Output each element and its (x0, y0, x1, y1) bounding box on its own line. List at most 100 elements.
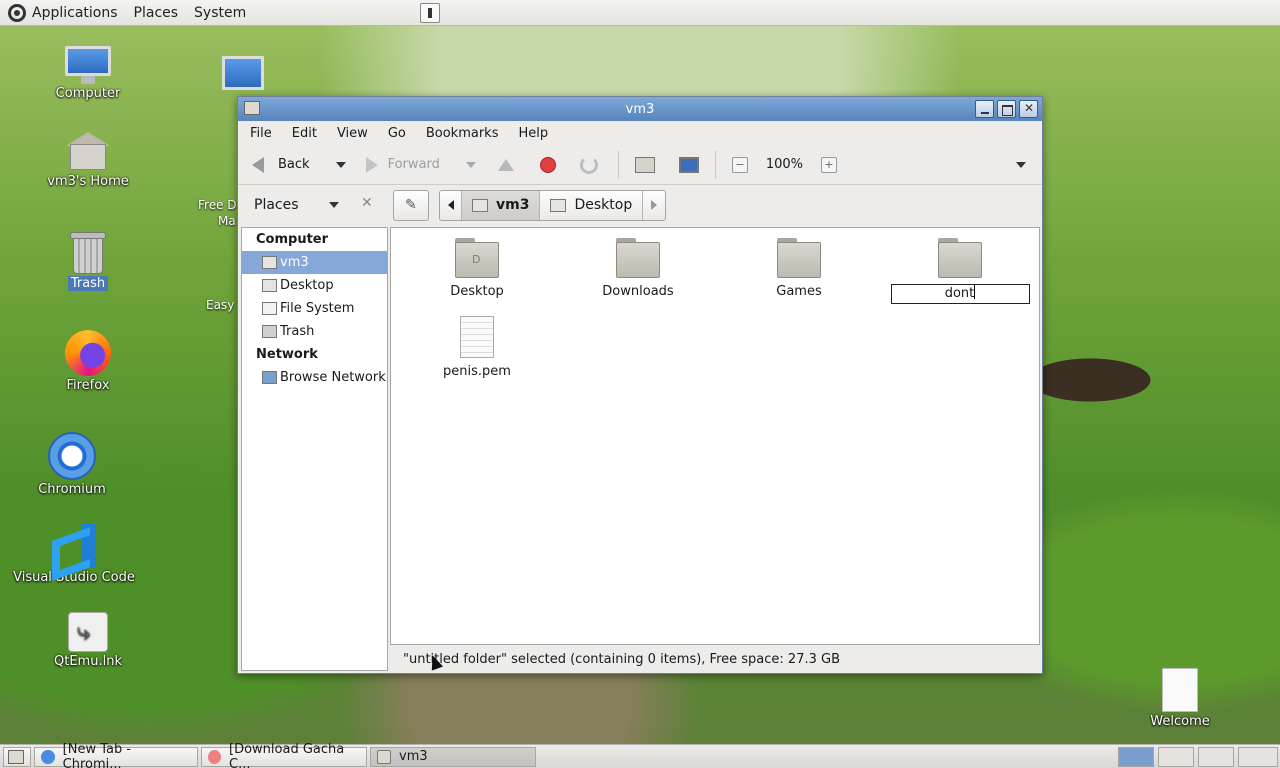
desktop-icon-home[interactable]: vm3's Home (38, 132, 138, 189)
folder-icon (938, 238, 982, 278)
back-arrow-icon (252, 156, 264, 173)
show-desktop-button[interactable] (3, 746, 31, 767)
back-button[interactable]: Back (238, 148, 346, 182)
qtemu-icon (68, 612, 108, 652)
file-item-penis-pem[interactable]: penis.pem (407, 316, 547, 379)
rename-input[interactable]: dont (890, 284, 1030, 304)
forward-history-dropdown-icon[interactable] (465, 161, 476, 168)
desktop-emblem-icon: D (472, 253, 481, 266)
drive-icon (262, 302, 277, 315)
sidebar-item-vm3[interactable]: vm3 (242, 251, 387, 274)
file-item-label: Desktop (450, 284, 504, 299)
menu-edit[interactable]: Edit (282, 126, 327, 141)
computer-icon (678, 156, 699, 173)
desktop-icon-label: Computer (55, 86, 121, 101)
system-menu[interactable]: System (186, 0, 254, 26)
minimize-button[interactable] (975, 100, 994, 118)
text-file-icon (460, 316, 494, 358)
sidebar-mode-dropdown-icon[interactable] (329, 202, 339, 208)
statusbar: "untitled folder" selected (containing 0… (393, 647, 840, 671)
close-sidebar-icon[interactable]: ✕ (361, 195, 373, 211)
toolbar-separator (714, 150, 716, 179)
panel-applet-icon[interactable] (420, 3, 440, 23)
zoom-out-button[interactable]: − (731, 148, 748, 182)
sidebar: Computer vm3 Desktop File System Trash N… (241, 227, 388, 671)
sidebar-item-trash[interactable]: Trash (242, 320, 387, 343)
desktop-icon-qtemu[interactable]: QtEmu.lnk (38, 612, 138, 669)
home-button[interactable] (634, 148, 655, 182)
up-button[interactable] (497, 148, 514, 182)
menu-help[interactable]: Help (508, 126, 558, 141)
file-item-downloads[interactable]: Downloads (568, 238, 708, 299)
workspace-2[interactable] (1158, 747, 1194, 767)
sidebar-item-label: Desktop (280, 278, 334, 293)
sidebar-item-browse-network[interactable]: Browse Network (242, 366, 387, 389)
file-item-desktop[interactable]: D Desktop (407, 238, 547, 299)
computer-button[interactable] (678, 148, 699, 182)
sidebar-item-label: vm3 (280, 255, 309, 270)
taskbar-item-chromium[interactable]: [New Tab - Chromi... (34, 742, 198, 768)
crumb-desktop[interactable]: Desktop (540, 190, 644, 220)
desktop-icon-trash[interactable]: Trash (38, 232, 138, 291)
desktop-folder-icon (262, 279, 277, 292)
desktop-icon-vscode[interactable]: Visual Studio Code (4, 524, 144, 585)
workspace-3[interactable] (1198, 747, 1234, 767)
zoom-in-icon: + (821, 156, 838, 173)
desktop-icon-chromium[interactable]: Chromium (22, 432, 122, 497)
forward-label: Forward (387, 157, 440, 172)
network-icon (262, 371, 277, 384)
workspace-4[interactable] (1238, 747, 1278, 767)
sidebar-item-label: Browse Network (280, 370, 386, 385)
sidebar-item-filesystem[interactable]: File System (242, 297, 387, 320)
taskbar-item-firefox[interactable]: [Download Gacha C... (201, 742, 367, 768)
file-item-label: penis.pem (443, 364, 511, 379)
path-scroll-left-button[interactable] (440, 190, 462, 220)
sidebar-header-title[interactable]: Places (254, 197, 299, 213)
partial-label: Easy (206, 298, 235, 312)
menu-file[interactable]: File (240, 126, 282, 141)
desktop-icon-computer[interactable]: Computer (38, 46, 138, 101)
taskbar-item-label: vm3 (399, 749, 428, 764)
window-titlebar[interactable]: vm3 (238, 97, 1042, 121)
pathbar: vm3 Desktop (393, 189, 667, 221)
bottom-panel: [New Tab - Chromi... [Download Gacha C..… (0, 742, 1280, 768)
maximize-button[interactable] (997, 100, 1016, 118)
file-item-label: Downloads (602, 284, 674, 299)
file-item-games[interactable]: Games (729, 238, 869, 299)
file-view[interactable]: D Desktop Downloads Games dont penis.pem (390, 227, 1040, 645)
desktop-icon-firefox[interactable]: Firefox (38, 330, 138, 393)
forward-button[interactable]: Forward (365, 148, 476, 182)
crumb-vm3[interactable]: vm3 (462, 190, 541, 220)
menu-go[interactable]: Go (378, 126, 416, 141)
desktop-icon-label: vm3's Home (47, 174, 129, 189)
path-scroll-right-button[interactable] (643, 190, 666, 220)
toolbar-overflow-button[interactable] (1016, 148, 1026, 182)
folder-icon (616, 238, 660, 278)
taskbar-item-vm3[interactable]: vm3 (370, 746, 536, 767)
zoom-in-button[interactable]: + (821, 148, 838, 182)
menu-bookmarks[interactable]: Bookmarks (416, 126, 509, 141)
menu-view[interactable]: View (327, 126, 378, 141)
home-icon (634, 156, 655, 173)
firefox-icon (208, 749, 222, 764)
sidebar-section-computer: Computer (256, 232, 329, 247)
folder-icon (377, 749, 391, 764)
folder-icon (550, 198, 567, 212)
file-item-renaming-folder[interactable]: dont (890, 238, 1030, 304)
reload-button[interactable] (579, 148, 598, 182)
desktop-icon-welcome[interactable]: Welcome (1130, 668, 1230, 729)
workspace-1[interactable] (1118, 747, 1154, 767)
back-history-dropdown-icon[interactable] (335, 161, 346, 168)
forward-arrow-icon (365, 156, 378, 173)
file-manager-window: vm3 File Edit View Go Bookmarks Help Bac… (237, 96, 1043, 674)
applications-menu[interactable]: Applications (0, 0, 126, 26)
toggle-location-entry-button[interactable] (393, 189, 429, 221)
places-menu[interactable]: Places (126, 0, 187, 26)
rename-input-value: dont (944, 286, 975, 301)
stop-button[interactable] (539, 148, 556, 182)
chevron-right-icon (651, 200, 658, 210)
computer-icon[interactable] (222, 56, 264, 90)
sidebar-item-desktop[interactable]: Desktop (242, 274, 387, 297)
close-button[interactable] (1019, 100, 1038, 118)
zoom-level-label: 100% (765, 157, 804, 172)
